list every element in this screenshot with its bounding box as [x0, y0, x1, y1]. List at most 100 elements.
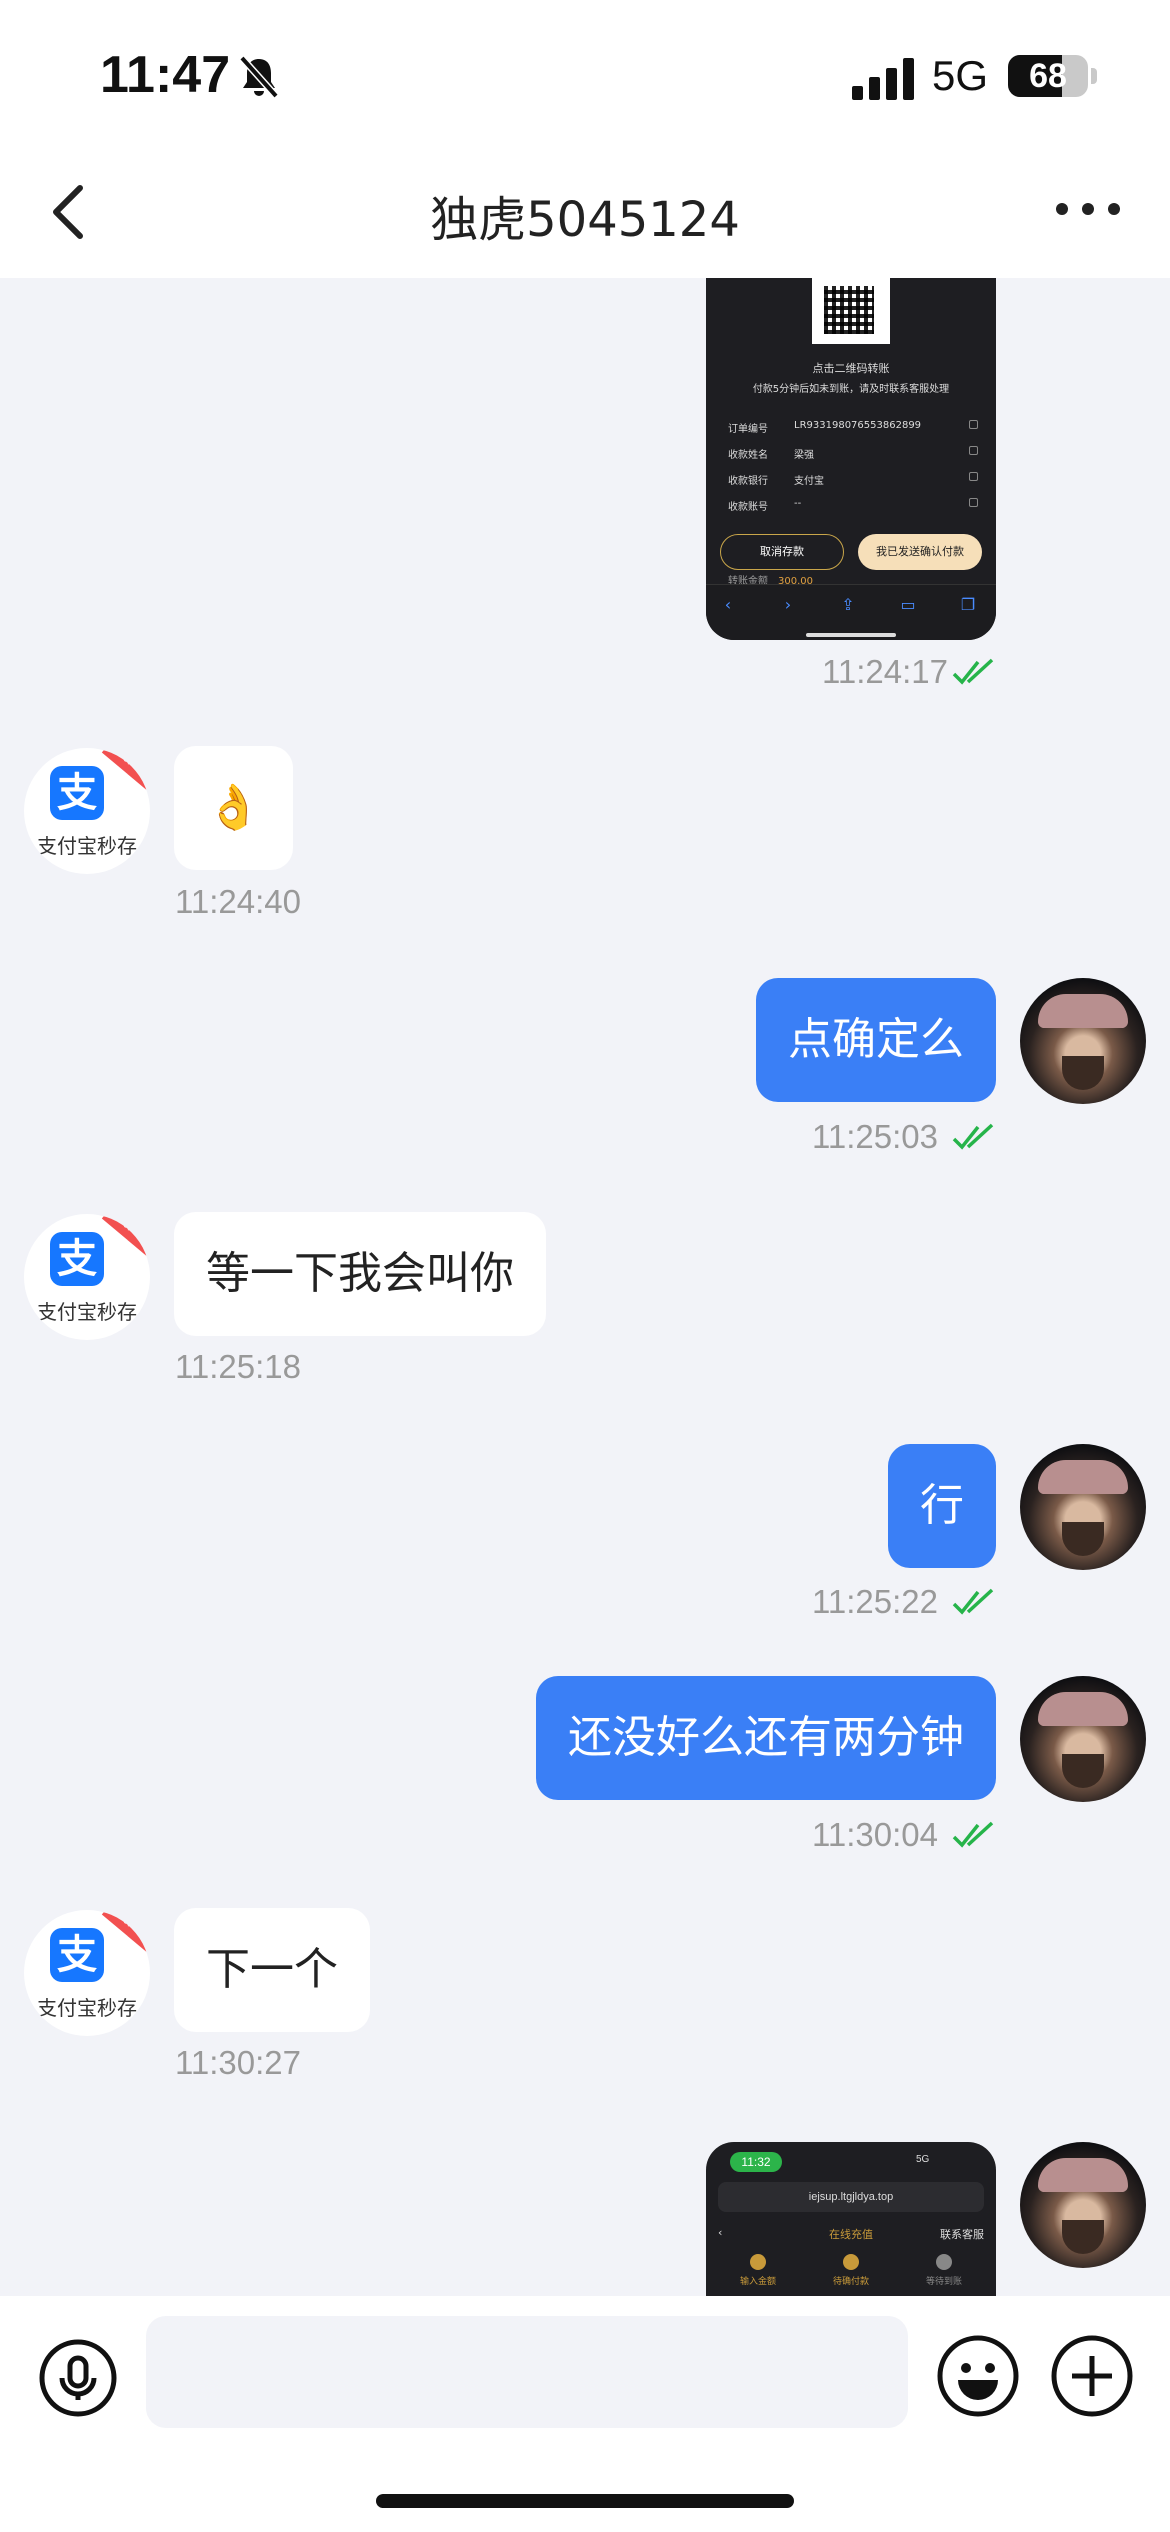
image-message-deposit[interactable]: 11:32 5G iejsup.ltgjldya.top ‹ 在线充值 联系客服… — [706, 2142, 996, 2296]
step-label: 等待到账 — [925, 2277, 962, 2287]
battery-tip — [1091, 68, 1097, 84]
message-bubble-outgoing[interactable]: 点确定么 — [756, 978, 996, 1102]
avatar-hat — [1038, 1692, 1128, 1726]
double-check-icon — [952, 1588, 994, 1615]
phone-status: 5G — [916, 2154, 930, 2165]
step-item: 输入金额 — [718, 2254, 798, 2287]
order-value: LR933198076553862899 — [794, 420, 922, 431]
message-bubble-incoming[interactable]: 等一下我会叫你 — [174, 1212, 546, 1336]
contact-support-link: 联系客服 — [940, 2228, 984, 2241]
share-icon: ⇪ — [841, 595, 855, 614]
copy-icon — [969, 472, 978, 481]
message-time: 11:30:04 — [812, 1816, 939, 1853]
confirm-payment-button: 我已发送确认付款 — [858, 534, 982, 570]
order-value: 支付宝 — [794, 476, 824, 487]
avatar[interactable] — [1020, 1676, 1146, 1802]
network-type: 5G — [932, 52, 989, 99]
chat-messages[interactable]: 点击二维码转账 付款5分钟后如未到账，请及时联系客服处理 订单编号 LR9331… — [0, 278, 1170, 2296]
message-time: 11:24:17 — [822, 653, 949, 690]
avatar[interactable] — [1020, 2142, 1146, 2268]
check-icon — [936, 2254, 952, 2270]
double-check-icon — [952, 658, 994, 685]
order-label: 订单编号 — [728, 424, 768, 435]
message-bubble-outgoing[interactable]: 行 — [888, 1444, 996, 1568]
message-composer — [0, 2296, 1170, 2532]
avatar-hat — [1038, 2158, 1128, 2192]
corner-ribbon: 推荐 — [101, 1910, 150, 1960]
alipay-logo-icon: 支 — [50, 1928, 104, 1982]
qr-caption: 点击二维码转账 — [812, 362, 890, 375]
tabs-icon: ❐ — [960, 595, 976, 614]
home-indicator — [376, 2494, 794, 2508]
avatar[interactable] — [1020, 1444, 1146, 1570]
signal-icon — [852, 58, 914, 100]
avatar-hat — [1038, 1460, 1128, 1494]
avatar-label: 支付宝秒存 — [37, 1996, 137, 2020]
check-icon — [843, 2254, 859, 2270]
order-label: 收款姓名 — [728, 450, 768, 461]
avatar-beard — [1062, 1522, 1104, 1556]
qr-note: 付款5分钟后如未到账，请及时联系客服处理 — [752, 384, 950, 395]
qr-code-card — [812, 278, 890, 344]
bell-slash-icon — [239, 55, 279, 99]
chat-title: 独虎5045124 — [430, 192, 740, 248]
avatar-label: 支付宝秒存 — [37, 1300, 137, 1324]
avatar-hat — [1038, 994, 1128, 1028]
alipay-logo-icon: 支 — [50, 1232, 104, 1286]
qr-code-icon — [824, 286, 874, 334]
step-item: 待确付款 — [811, 2254, 891, 2287]
copy-icon — [969, 446, 978, 455]
avatar-beard — [1062, 1754, 1104, 1788]
message-input[interactable] — [146, 2316, 908, 2428]
avatar-label: 支付宝秒存 — [37, 834, 137, 858]
avatar[interactable]: 支 支付宝秒存 推荐 — [24, 1214, 150, 1340]
plus-circle-icon[interactable] — [1050, 2334, 1134, 2418]
progress-steps: 输入金额 待确付款 等待到账 — [706, 2254, 996, 2294]
double-check-icon — [952, 1821, 994, 1848]
message-time: 11:25:03 — [812, 1118, 939, 1155]
cancel-deposit-button: 取消存款 — [720, 534, 844, 570]
avatar-beard — [1062, 1056, 1104, 1090]
message-time: 11:30:27 — [175, 2044, 302, 2081]
more-dots-icon[interactable] — [1052, 194, 1124, 224]
step-item: 等待到账 — [904, 2254, 984, 2287]
copy-icon — [969, 498, 978, 507]
check-icon — [750, 2254, 766, 2270]
browser-url: iejsup.ltgjldya.top — [718, 2182, 984, 2212]
image-message-payment[interactable]: 点击二维码转账 付款5分钟后如未到账，请及时联系客服处理 订单编号 LR9331… — [706, 278, 996, 640]
status-bar: 11:47 5G 68 — [0, 0, 1170, 150]
double-check-icon — [952, 1123, 994, 1150]
avatar[interactable]: 支 支付宝秒存 推荐 — [24, 748, 150, 874]
step-label: 输入金额 — [739, 2277, 776, 2287]
avatar[interactable]: 支 支付宝秒存 推荐 — [24, 1910, 150, 2036]
smiley-icon[interactable] — [936, 2334, 1020, 2418]
corner-ribbon: 推荐 — [101, 1214, 150, 1264]
order-value: -- — [794, 498, 802, 509]
browser-toolbar: ‹ › ⇪ ▭ ❐ — [706, 584, 996, 640]
corner-ribbon: 推荐 — [101, 748, 150, 798]
message-time: 11:24:40 — [175, 883, 302, 920]
alipay-logo-icon: 支 — [50, 766, 104, 820]
bookmarks-icon: ▭ — [900, 595, 916, 614]
message-bubble-outgoing[interactable]: 还没好么还有两分钟 — [536, 1676, 996, 1800]
status-time: 11:47 — [100, 46, 231, 104]
home-indicator-thumb — [806, 633, 896, 637]
message-time: 11:25:22 — [812, 1583, 939, 1620]
page-nav: ‹ 在线充值 联系客服 — [706, 2218, 996, 2248]
order-label: 收款银行 — [728, 476, 768, 487]
avatar[interactable] — [1020, 978, 1146, 1104]
order-label: 收款账号 — [728, 502, 768, 513]
battery-level: 68 — [1029, 57, 1067, 95]
phone-time: 11:32 — [730, 2152, 782, 2172]
microphone-icon[interactable] — [38, 2338, 118, 2418]
chat-header: 独虎5045124 — [0, 150, 1170, 278]
avatar-beard — [1062, 2220, 1104, 2254]
copy-icon — [969, 420, 978, 429]
message-bubble-incoming[interactable]: 下一个 — [174, 1908, 370, 2032]
message-bubble-incoming[interactable]: 👌 — [174, 746, 293, 870]
battery: 68 — [1008, 55, 1088, 97]
step-label: 待确付款 — [832, 2277, 869, 2287]
forward-arrow-icon: › — [784, 595, 792, 614]
message-time: 11:25:18 — [175, 1348, 302, 1385]
order-value: 梁强 — [794, 450, 814, 461]
